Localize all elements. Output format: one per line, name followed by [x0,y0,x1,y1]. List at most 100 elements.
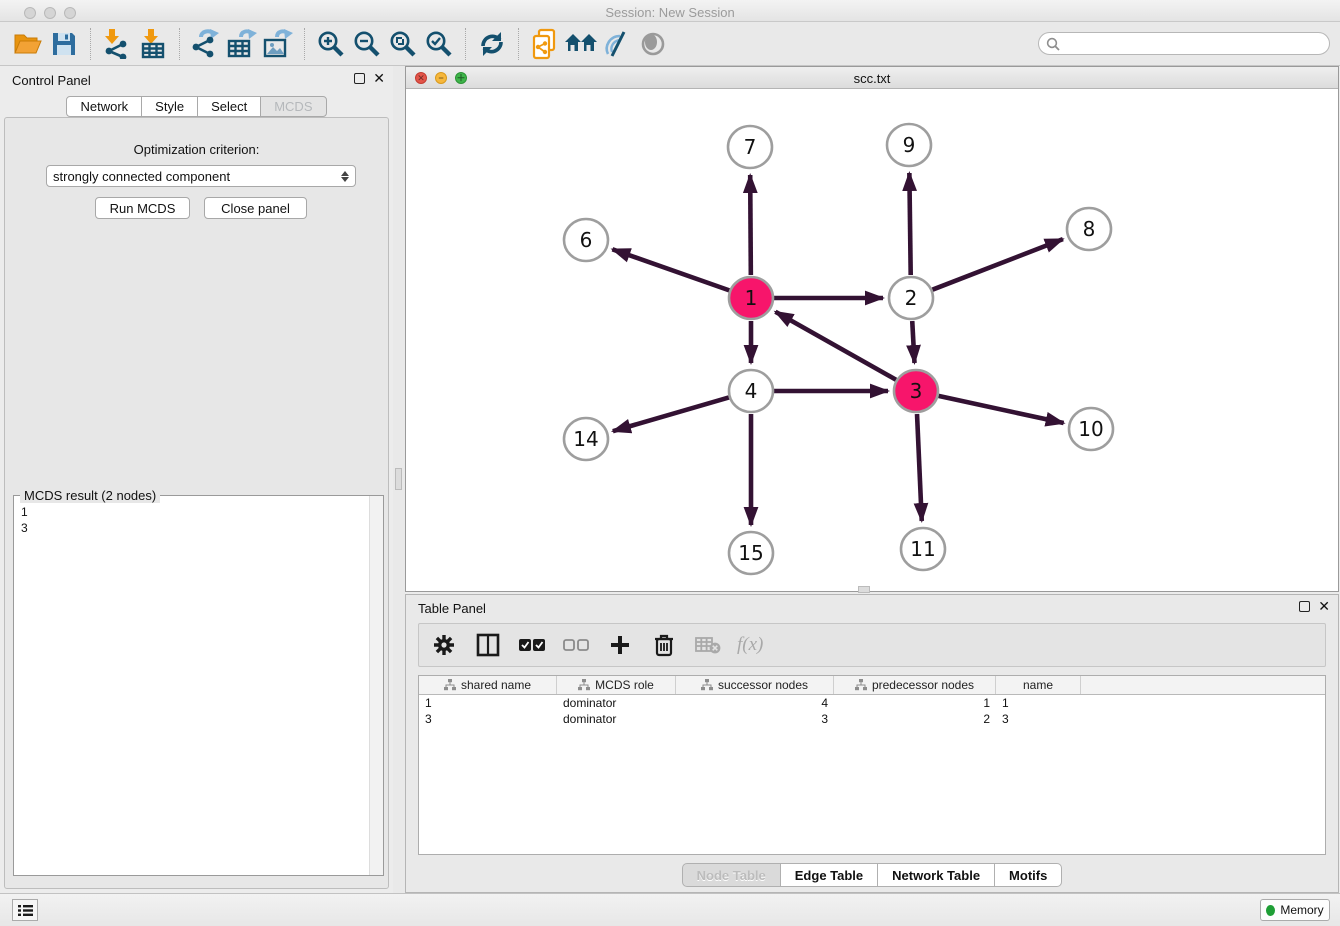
export-network-icon[interactable] [188,27,224,61]
home-layout-icon[interactable] [563,27,599,61]
table-cell[interactable]: 1 [996,695,1081,711]
function-builder-icon[interactable]: f(x) [737,634,763,656]
tab-style[interactable]: Style [141,96,198,117]
zoom-fit-icon[interactable] [385,27,421,61]
tab-network-table[interactable]: Network Table [877,863,995,887]
delete-row-icon[interactable] [649,630,679,660]
table-row[interactable]: 1dominator411 [419,695,1325,711]
edge-3-1[interactable] [775,312,896,380]
import-table-icon[interactable] [135,27,171,61]
mcds-result-item[interactable]: 3 [21,520,362,536]
export-image-icon[interactable] [260,27,296,61]
zoom-out-icon[interactable] [349,27,385,61]
criterion-select[interactable]: strongly connected component [46,165,356,187]
vertical-split-divider[interactable] [393,66,405,893]
node-6[interactable]: 6 [564,219,608,261]
import-network-icon[interactable] [99,27,135,61]
task-history-button[interactable] [12,899,38,921]
open-session-icon[interactable] [10,27,46,61]
app-title: Session: New Session [0,5,1340,20]
unselect-all-icon[interactable] [561,630,591,660]
table-cell[interactable]: 3 [676,711,834,727]
table-cell[interactable]: 1 [834,695,996,711]
show-details-icon[interactable] [635,27,671,61]
network-view-window: ✕ − ＋ scc.txt 7968124310141511 [405,66,1339,592]
table-cell[interactable]: 2 [834,711,996,727]
table-settings-icon[interactable] [429,630,459,660]
tab-motifs[interactable]: Motifs [994,863,1062,887]
select-all-icon[interactable] [517,630,547,660]
horizontal-divider-grip[interactable] [858,586,870,593]
edge-4-14[interactable] [613,397,729,431]
table-row[interactable]: 3dominator323 [419,711,1325,727]
node-15[interactable]: 15 [729,532,773,574]
criterion-select-value: strongly connected component [53,169,230,184]
mcds-result-list[interactable]: 13 [15,500,368,874]
divider-grip[interactable] [395,468,402,490]
table-panel-float-icon[interactable] [1299,601,1310,612]
edge-3-10[interactable] [938,396,1063,423]
control-panel-float-icon[interactable] [354,73,365,84]
node-14[interactable]: 14 [564,418,608,460]
table-body: 1dominator4113dominator323 [419,695,1325,727]
search-input[interactable] [1064,37,1329,51]
column-header-name[interactable]: name [996,676,1081,694]
hide-details-icon[interactable] [599,27,635,61]
column-header-successor-nodes[interactable]: successor nodes [676,676,834,694]
node-4[interactable]: 4 [729,370,773,412]
node-10[interactable]: 10 [1069,408,1113,450]
table-cell[interactable]: 4 [676,695,834,711]
export-table-icon[interactable] [224,27,260,61]
column-header-label: successor nodes [718,678,808,692]
memory-button[interactable]: Memory [1260,899,1330,921]
table-cell[interactable]: 1 [419,695,557,711]
tab-network[interactable]: Network [66,96,142,117]
node-8[interactable]: 8 [1067,208,1111,250]
node-3[interactable]: 3 [894,370,938,412]
mcds-result-item[interactable]: 1 [21,504,362,520]
tab-node-table[interactable]: Node Table [682,863,781,887]
column-header-predecessor-nodes[interactable]: predecessor nodes [834,676,996,694]
zoom-selected-icon[interactable] [421,27,457,61]
tab-edge-table[interactable]: Edge Table [780,863,878,887]
edge-1-7[interactable] [750,175,751,275]
run-mcds-button[interactable]: Run MCDS [95,197,190,219]
edge-2-8[interactable] [932,239,1062,290]
zoom-in-icon[interactable] [313,27,349,61]
show-column-icon[interactable] [473,630,503,660]
node-1[interactable]: 1 [729,277,773,319]
toolbar-separator [304,28,305,60]
table-cell[interactable]: dominator [557,695,676,711]
column-header-label: shared name [461,678,531,692]
control-panel-title: Control Panel [12,73,91,88]
add-row-icon[interactable] [605,630,635,660]
edge-1-6[interactable] [612,249,729,290]
edge-2-3[interactable] [912,321,914,363]
edge-3-11[interactable] [917,414,922,521]
node-2[interactable]: 2 [889,277,933,319]
table-panel-tabs: Node TableEdge TableNetwork TableMotifs [406,863,1338,887]
network-window-title: scc.txt [406,71,1338,86]
save-session-icon[interactable] [46,27,82,61]
column-header-MCDS-role[interactable]: MCDS role [557,676,676,694]
close-panel-button[interactable]: Close panel [204,197,307,219]
node-table: shared name MCDS role successor nodes prede… [418,675,1326,855]
table-cell[interactable]: dominator [557,711,676,727]
control-panel-close-icon[interactable]: ✕ [373,73,385,84]
node-11[interactable]: 11 [901,528,945,570]
edge-2-9[interactable] [909,173,910,275]
delete-table-icon[interactable] [693,630,723,660]
column-header-shared-name[interactable]: shared name [419,676,557,694]
node-9[interactable]: 9 [887,124,931,166]
search-input-wrapper[interactable] [1038,32,1330,55]
table-cell[interactable]: 3 [996,711,1081,727]
tab-mcds[interactable]: MCDS [260,96,326,117]
result-scrollbar[interactable] [369,496,383,875]
table-panel-close-icon[interactable]: ✕ [1318,601,1330,612]
network-canvas-svg[interactable]: 7 9 6 8 1 2 4 3 10 14 15 11 [406,89,1338,591]
table-cell[interactable]: 3 [419,711,557,727]
node-7[interactable]: 7 [728,126,772,168]
tab-select[interactable]: Select [197,96,261,117]
refresh-layout-icon[interactable] [474,27,510,61]
copy-network-icon[interactable] [527,27,563,61]
